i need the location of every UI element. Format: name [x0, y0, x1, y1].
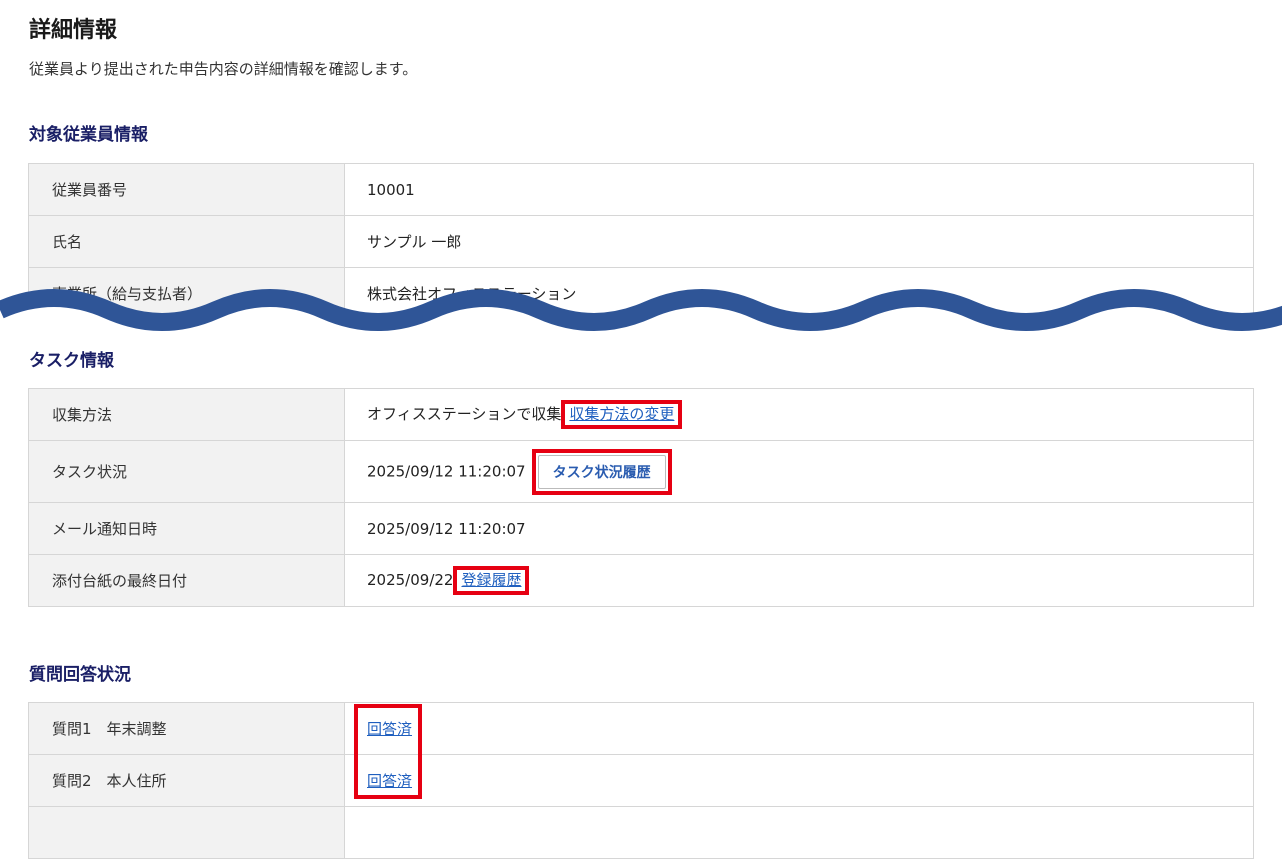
- task-status-cell: 2025/09/12 11:20:07 タスク状況履歴: [344, 440, 1254, 503]
- answered-link-q1[interactable]: 回答済: [367, 720, 412, 738]
- table-row: 氏名 サンプル 一郎: [28, 215, 1254, 268]
- table-row: 質問2 本人住所 回答済: [28, 754, 1254, 807]
- table-row: 従業員番号 10001: [28, 163, 1254, 216]
- employee-section-title: 対象従業員情報: [29, 125, 148, 145]
- row-label: 従業員番号: [28, 163, 345, 216]
- registration-history-link[interactable]: 登録履歴: [461, 571, 521, 589]
- table-row: [28, 806, 1254, 859]
- table-row: 収集方法 オフィスステーションで収集 収集方法の変更: [28, 388, 1254, 441]
- employee-number-value: 10001: [344, 163, 1254, 216]
- qa-status-cell: [344, 806, 1254, 859]
- employee-name-value: サンプル 一郎: [344, 215, 1254, 268]
- task-status-value: 2025/09/12 11:20:07: [367, 462, 526, 480]
- qa-status-cell: 回答済: [344, 754, 1254, 807]
- attachment-date-value: 2025/09/22: [367, 570, 454, 589]
- row-label: タスク状況: [28, 440, 345, 503]
- qa-section-title: 質問回答状況: [29, 665, 131, 685]
- page-description: 従業員より提出された申告内容の詳細情報を確認します。: [29, 60, 418, 78]
- answered-link-q2[interactable]: 回答済: [367, 772, 412, 790]
- qa-status-table: 質問1 年末調整 回答済 質問2 本人住所 回答済: [28, 702, 1254, 859]
- row-label: [28, 806, 345, 859]
- table-row: 添付台紙の最終日付 2025/09/22 登録履歴: [28, 554, 1254, 607]
- table-row: メール通知日時 2025/09/12 11:20:07: [28, 502, 1254, 555]
- highlight-box: 収集方法の変更: [561, 399, 683, 430]
- collection-method-cell: オフィスステーションで収集 収集方法の変更: [344, 388, 1254, 441]
- page-title: 詳細情報: [29, 18, 118, 43]
- attachment-date-cell: 2025/09/22 登録履歴: [344, 554, 1254, 607]
- row-label: 添付台紙の最終日付: [28, 554, 345, 607]
- task-info-table: 収集方法 オフィスステーションで収集 収集方法の変更 タスク状況 2025/09/…: [28, 388, 1254, 607]
- table-row: タスク状況 2025/09/12 11:20:07 タスク状況履歴: [28, 440, 1254, 503]
- row-label: 氏名: [28, 215, 345, 268]
- collection-method-value: オフィスステーションで収集: [367, 404, 562, 423]
- mail-notify-value: 2025/09/12 11:20:07: [344, 502, 1254, 555]
- wave-break-icon: [0, 289, 1282, 338]
- row-label: 質問1 年末調整: [28, 702, 345, 755]
- table-row: 質問1 年末調整 回答済: [28, 702, 1254, 755]
- change-collection-method-link[interactable]: 収集方法の変更: [569, 405, 674, 423]
- row-label: メール通知日時: [28, 502, 345, 555]
- row-label: 収集方法: [28, 388, 345, 441]
- highlight-box: 登録履歴: [453, 565, 530, 596]
- qa-status-cell: 回答済: [344, 702, 1254, 755]
- task-status-history-button[interactable]: タスク状況履歴: [537, 454, 666, 489]
- highlight-box: タスク状況履歴: [531, 448, 672, 495]
- task-section-title: タスク情報: [29, 351, 114, 371]
- row-label: 質問2 本人住所: [28, 754, 345, 807]
